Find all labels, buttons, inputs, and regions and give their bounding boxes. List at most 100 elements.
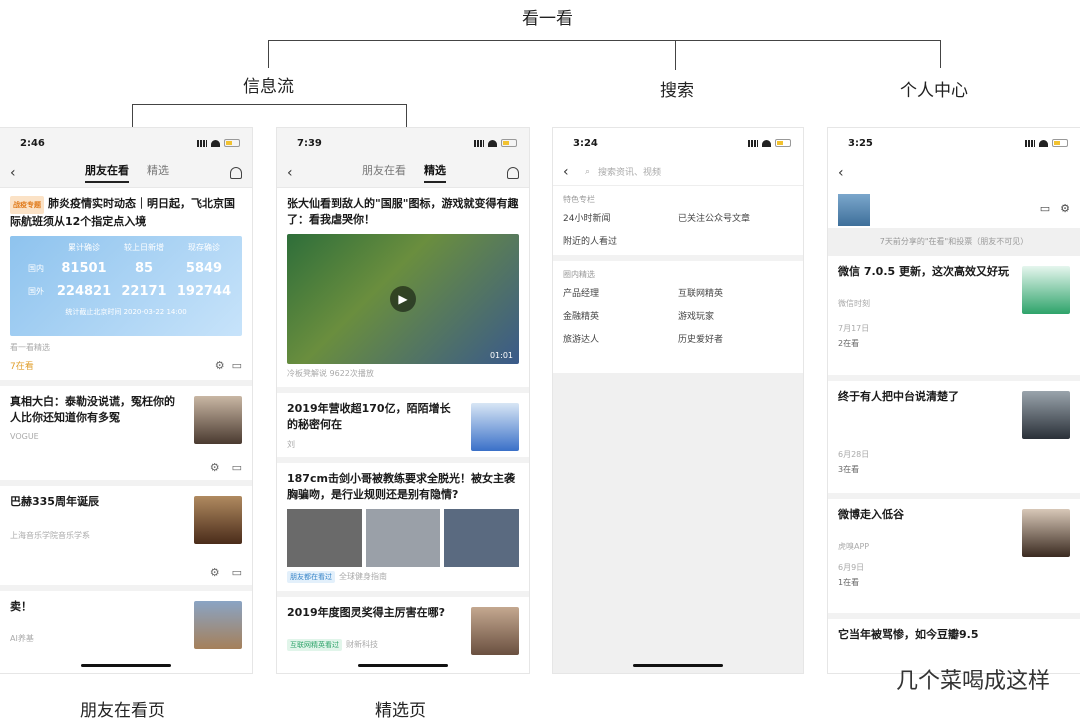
list-item[interactable]: 真相大白：泰勒没说谎，冤枉你的人比你还知道你有多冤 VOGUE ⚙ ▭ [0, 386, 252, 486]
list-item[interactable]: 微信 7.0.5 更新，这次高效又好玩 微信时刻 7月17日 2在看 [828, 256, 1080, 381]
circle-link[interactable]: 金融精英 [563, 309, 678, 322]
nav-bar: ‹ [828, 158, 1080, 188]
settings-icon[interactable]: ⚙ [1060, 202, 1070, 215]
article-thumbnail [194, 496, 242, 544]
signal-icon [748, 139, 758, 147]
article-title: 微信 7.0.5 更新，这次高效又好玩 [838, 265, 1009, 278]
article-date: 6月9日 [838, 563, 865, 572]
battery-icon [1052, 139, 1068, 147]
status-bar: 3:24 [553, 128, 803, 158]
list-item[interactable]: 战疫专题 肺炎疫情实时动态｜明日起，飞北京国际航班须从12个指定点入境 累计确诊较… [0, 188, 252, 386]
comment-icon[interactable]: ▭ [232, 566, 242, 579]
nav-bar: ‹ 朋友在看 精选 [277, 158, 529, 188]
tab-friends[interactable]: 朋友在看 [85, 162, 129, 183]
article-title: 187cm击剑小哥被教练要求全脱光！被女主袭胸骗吻，是行业规则还是别有隐情? [287, 472, 515, 501]
signal-icon [474, 139, 484, 147]
watermark: 几个菜喝成这样 [895, 669, 1050, 694]
back-icon[interactable]: ‹ [838, 165, 852, 181]
list-item[interactable]: 微博走入低谷 虎嗅APP 6月9日 1在看 [828, 499, 1080, 619]
watching-count[interactable]: 2在看 [838, 338, 1070, 349]
list-item[interactable]: 卖！ AI养基 [0, 591, 252, 652]
settings-icon[interactable]: ⚙ [215, 359, 225, 372]
caption-friends: 朋友在看页 [80, 701, 165, 721]
search-bar: ‹ ⌕ 搜索资讯、视频 [553, 158, 803, 186]
comment-icon[interactable]: ▭ [232, 359, 242, 372]
list-item[interactable]: 终于有人把中台说清楚了 6月28日 3在看 [828, 381, 1080, 499]
battery-icon [501, 139, 517, 147]
wifi-icon [1039, 139, 1048, 147]
watching-count[interactable]: 1在看 [838, 577, 1070, 588]
signal-icon [197, 139, 207, 147]
watching-count[interactable]: 3在看 [838, 464, 1070, 475]
search-icon: ⌕ [585, 166, 591, 177]
article-thumbnail [194, 396, 242, 444]
stat-header: 现存确诊 [188, 243, 220, 252]
tab-selected[interactable]: 精选 [424, 162, 446, 183]
message-icon[interactable]: ▭ [1040, 202, 1050, 215]
comment-icon[interactable]: ▭ [232, 461, 242, 474]
share-note: 7天前分享的"在看"和投票（朋友不可见） [828, 228, 1080, 256]
tab-selected[interactable]: 精选 [147, 162, 169, 183]
profile-icon[interactable] [230, 166, 242, 179]
profile-icon[interactable] [507, 166, 519, 179]
status-bar: 2:46 [0, 128, 252, 158]
article-title: 真相大白：泰勒没说谎，冤枉你的人比你还知道你有多冤 [10, 395, 175, 424]
phone-search: 3:24 ‹ ⌕ 搜索资讯、视频 特色专栏 24小时新闻 已关注公众号文章 附近… [553, 128, 803, 673]
empty-area [553, 373, 803, 673]
list-item[interactable]: 187cm击剑小哥被教练要求全脱光！被女主袭胸骗吻，是行业规则还是别有隐情? 朋… [277, 463, 529, 597]
list-item[interactable]: 它当年被骂惨，如今豆瓣9.5 [828, 619, 1080, 651]
video-thumbnail[interactable]: ▶ 01:01 [287, 234, 519, 364]
circle-link[interactable]: 历史爱好者 [678, 332, 793, 345]
circle-link[interactable]: 旅游达人 [563, 332, 678, 345]
status-time: 3:24 [573, 137, 598, 149]
social-tag: 朋友都在看过 [287, 571, 335, 583]
phone-selected-feed: 7:39 ‹ 朋友在看 精选 张大仙看到敌人的"国服"图标，游戏就变得有趣了：看… [277, 128, 529, 673]
settings-icon[interactable]: ⚙ [210, 461, 220, 474]
feature-link[interactable]: 24小时新闻 [563, 211, 678, 224]
article-thumbnail [1022, 391, 1070, 439]
circle-link[interactable]: 产品经理 [563, 286, 678, 299]
topic-badge: 战疫专题 [10, 196, 44, 214]
circle-link[interactable]: 互联网精英 [678, 286, 793, 299]
search-input[interactable]: 搜索资讯、视频 [598, 165, 661, 178]
article-thumbnail [194, 601, 242, 649]
list-item[interactable]: 2019年营收超170亿，陌陌增长的秘密何在 刘 [277, 393, 529, 463]
stat-value: 81501 [61, 261, 107, 276]
article-date: 6月28日 [838, 450, 870, 459]
stat-value: 224821 [56, 284, 112, 299]
article-title: 它当年被骂惨，如今豆瓣9.5 [838, 628, 979, 641]
tree-line [406, 104, 407, 128]
feature-link[interactable]: 已关注公众号文章 [678, 211, 793, 224]
stats-card: 累计确诊 较上日新增 现存确诊 国内 81501 85 5849 国外 224821 2217… [10, 236, 242, 336]
article-title: 2019年营收超170亿，陌陌增长的秘密何在 [287, 402, 451, 431]
stat-header: 累计确诊 [68, 243, 100, 252]
article-thumbnail [471, 403, 519, 451]
play-icon[interactable]: ▶ [390, 286, 416, 312]
back-icon[interactable]: ‹ [10, 165, 24, 181]
article-thumbnail [1022, 509, 1070, 557]
article-image [365, 509, 441, 567]
list-item[interactable]: 2019年度图灵奖得主厉害在哪? 互联网精英看过 财新科技 [277, 597, 529, 667]
tree-line [940, 40, 941, 68]
tab-friends[interactable]: 朋友在看 [362, 162, 406, 183]
stat-value: 85 [134, 261, 154, 276]
section-header: 特色专栏 [563, 195, 595, 204]
tree-branch-profile: 个人中心 [900, 81, 968, 101]
watching-count[interactable]: 7在看 [10, 359, 34, 372]
list-item[interactable]: 巴赫335周年诞辰 上海音乐学院音乐学系 ⚙ ▭ [0, 486, 252, 591]
circle-link[interactable]: 游戏玩家 [678, 309, 793, 322]
feature-link[interactable]: 附近的人看过 [563, 234, 678, 247]
tree-branch-feed: 信息流 [243, 77, 294, 97]
back-icon[interactable]: ‹ [287, 165, 301, 181]
article-meta: 冷板凳解说 9622次播放 [287, 369, 374, 378]
article-image [444, 509, 520, 567]
avatar[interactable] [838, 194, 870, 226]
list-item[interactable]: 张大仙看到敌人的"国服"图标，游戏就变得有趣了：看我虐哭你！ ▶ 01:01 冷… [277, 188, 529, 393]
back-icon[interactable]: ‹ [563, 164, 577, 180]
stat-value: 192744 [176, 284, 232, 299]
settings-icon[interactable]: ⚙ [210, 566, 220, 579]
tree-branch-search: 搜索 [660, 81, 694, 101]
home-indicator [358, 664, 448, 667]
social-tag: 互联网精英看过 [287, 639, 342, 651]
caption-selected: 精选页 [375, 701, 426, 721]
